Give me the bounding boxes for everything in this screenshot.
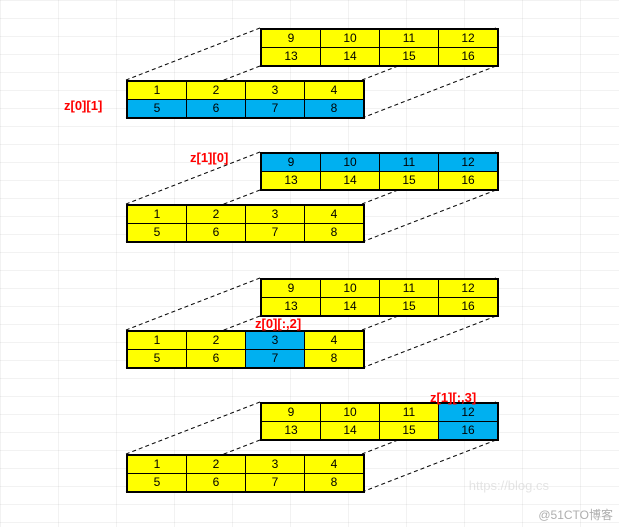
array-cell: 14 bbox=[321, 172, 380, 191]
array-cell: 14 bbox=[321, 48, 380, 67]
array-cell: 9 bbox=[261, 279, 321, 298]
array-cell: 1 bbox=[127, 331, 187, 350]
array-cell: 1 bbox=[127, 81, 187, 100]
array-cell: 1 bbox=[127, 205, 187, 224]
array-cell: 3 bbox=[246, 331, 305, 350]
array-cell: 8 bbox=[305, 350, 365, 369]
back-array: 9101112 13141516 bbox=[260, 402, 499, 441]
index-label: z[1][:,3] bbox=[430, 390, 476, 405]
array-cell: 9 bbox=[261, 403, 321, 422]
array-cell: 11 bbox=[380, 279, 439, 298]
array-cell: 6 bbox=[187, 224, 246, 243]
array-cell: 4 bbox=[305, 81, 365, 100]
array-cell: 8 bbox=[305, 100, 365, 119]
array-cell: 4 bbox=[305, 455, 365, 474]
array-cell: 5 bbox=[127, 100, 187, 119]
array-cell: 2 bbox=[187, 331, 246, 350]
array-cell: 12 bbox=[439, 279, 499, 298]
array-cell: 1 bbox=[127, 455, 187, 474]
array-cell: 7 bbox=[246, 350, 305, 369]
array-cell: 2 bbox=[187, 81, 246, 100]
index-label: z[0][:,2] bbox=[255, 316, 301, 331]
array-cell: 6 bbox=[187, 350, 246, 369]
array-cell: 5 bbox=[127, 224, 187, 243]
array-cell: 15 bbox=[380, 172, 439, 191]
array-cell: 3 bbox=[246, 205, 305, 224]
array-cell: 13 bbox=[261, 172, 321, 191]
array-cell: 16 bbox=[439, 422, 499, 441]
array-cell: 14 bbox=[321, 422, 380, 441]
array-cell: 2 bbox=[187, 455, 246, 474]
array-cell: 4 bbox=[305, 331, 365, 350]
array-cell: 12 bbox=[439, 403, 499, 422]
back-array: 9101112 13141516 bbox=[260, 152, 499, 191]
array-cell: 13 bbox=[261, 298, 321, 317]
array-cell: 11 bbox=[380, 153, 439, 172]
array-cell: 16 bbox=[439, 172, 499, 191]
array-cell: 13 bbox=[261, 422, 321, 441]
index-label: z[0][1] bbox=[64, 98, 102, 113]
array-cell: 15 bbox=[380, 298, 439, 317]
back-array: 9101112 13141516 bbox=[260, 278, 499, 317]
front-array: 1234 5678 bbox=[126, 204, 365, 243]
array-cell: 6 bbox=[187, 100, 246, 119]
array-cell: 10 bbox=[321, 279, 380, 298]
array-cell: 8 bbox=[305, 224, 365, 243]
array-cell: 11 bbox=[380, 403, 439, 422]
watermark: @51CTO博客 bbox=[538, 506, 613, 523]
array-cell: 12 bbox=[439, 29, 499, 48]
array-cell: 10 bbox=[321, 29, 380, 48]
array-cell: 12 bbox=[439, 153, 499, 172]
array-cell: 5 bbox=[127, 474, 187, 493]
array-cell: 3 bbox=[246, 455, 305, 474]
array-cell: 7 bbox=[246, 100, 305, 119]
array-cell: 2 bbox=[187, 205, 246, 224]
array-cell: 3 bbox=[246, 81, 305, 100]
array-cell: 9 bbox=[261, 29, 321, 48]
array-cell: 15 bbox=[380, 48, 439, 67]
array-cell: 5 bbox=[127, 350, 187, 369]
array-cell: 10 bbox=[321, 403, 380, 422]
array-cell: 11 bbox=[380, 29, 439, 48]
array-cell: 6 bbox=[187, 474, 246, 493]
array-cell: 7 bbox=[246, 474, 305, 493]
array-cell: 16 bbox=[439, 48, 499, 67]
array-cell: 16 bbox=[439, 298, 499, 317]
front-array: 1234 5678 bbox=[126, 454, 365, 493]
front-array: 1234 5678 bbox=[126, 330, 365, 369]
array-cell: 8 bbox=[305, 474, 365, 493]
array-cell: 15 bbox=[380, 422, 439, 441]
array-cell: 7 bbox=[246, 224, 305, 243]
front-array: 1234 5678 bbox=[126, 80, 365, 119]
array-cell: 13 bbox=[261, 48, 321, 67]
array-cell: 9 bbox=[261, 153, 321, 172]
back-array: 9101112 13141516 bbox=[260, 28, 499, 67]
index-label: z[1][0] bbox=[190, 150, 228, 165]
array-cell: 14 bbox=[321, 298, 380, 317]
watermark-faint: https://blog.cs bbox=[469, 478, 549, 493]
array-cell: 10 bbox=[321, 153, 380, 172]
array-cell: 4 bbox=[305, 205, 365, 224]
